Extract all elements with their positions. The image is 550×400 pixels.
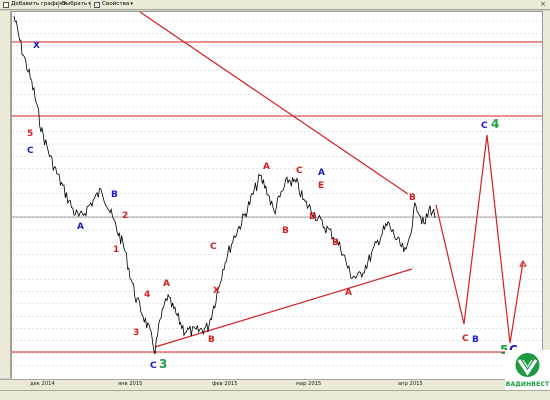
wave-label: 3 [159,357,167,371]
x-axis: дек 2014 янв 2015 фев 2015 мар 2015 апр … [0,379,550,390]
wave-label: X [213,286,220,296]
price-series [13,15,437,355]
x-axis-label: янв 2015 [118,381,143,387]
price-chart[interactable]: X5CAB21A43C3BXCABCAEDBABC4CB5C [12,11,542,379]
status-bar [0,390,550,400]
wave-label: B [409,193,416,203]
wave-label: A [77,222,84,232]
wave-label: C [296,166,303,176]
chevron-down-icon: ▾ [130,1,133,7]
logo-mark-icon [515,353,540,377]
select-label: Выбрать [62,1,88,7]
logo-text: ВАДИНВЕСТ [505,381,550,388]
wave-label: 4 [491,117,499,131]
vadinvest-logo: ВАДИНВЕСТ [505,350,550,390]
horizontal-levels [12,41,542,353]
chart-area[interactable]: X5CAB21A43C3BXCABCAEDBABC4CB5C [11,11,543,380]
add-chart-label: Добавить график [11,1,63,7]
wave-label: 2 [122,211,128,221]
support-trendline [154,268,413,348]
properties-label: Свойства [102,1,130,7]
wave-label: X [33,41,40,51]
wave-label: 3 [133,328,139,338]
add-chart-button[interactable]: Добавить график ▾ [3,0,66,9]
wave-label: 5 [27,129,33,139]
chart-toolbar: Добавить график ▾ Выбрать ▾ Свойства ▾ × [0,0,550,10]
wave-label: 1 [113,245,119,255]
properties-button[interactable]: Свойства ▾ [94,0,133,9]
toolbar-divider [58,1,59,8]
wave-label: B [111,190,118,200]
wave-label: B [208,335,215,345]
trend-lines [139,11,413,348]
x-axis-label: фев 2015 [212,381,238,387]
forecast-path [435,134,524,344]
wave-label: 4 [144,290,150,300]
resistance-trendline [139,11,409,195]
x-axis-label: мар 2015 [296,381,322,387]
wave-label: A [163,279,170,289]
wave-label: C [150,361,157,371]
close-icon[interactable]: × [539,0,547,8]
wave-label: B [332,238,339,248]
select-button[interactable]: Выбрать ▾ [62,0,91,9]
wave-label: A [345,288,352,298]
toolbar-divider [90,1,91,8]
wave-label: A [263,162,270,172]
grid-lines [12,20,542,366]
x-axis-label: дек 2014 [30,381,55,387]
wave-label: C [27,146,34,156]
wave-label: E [318,181,324,191]
wave-label: B [472,335,479,345]
wave-label: D [309,212,316,222]
wave-label: A [318,168,325,178]
wave-label: C [210,242,217,252]
wave-label: C [481,121,488,131]
wave-label: B [282,226,289,236]
properties-icon [94,1,100,8]
add-chart-icon [3,1,9,8]
y-axis-left [0,11,11,378]
wave-label: C [462,334,469,344]
x-axis-label: апр 2015 [398,381,423,387]
